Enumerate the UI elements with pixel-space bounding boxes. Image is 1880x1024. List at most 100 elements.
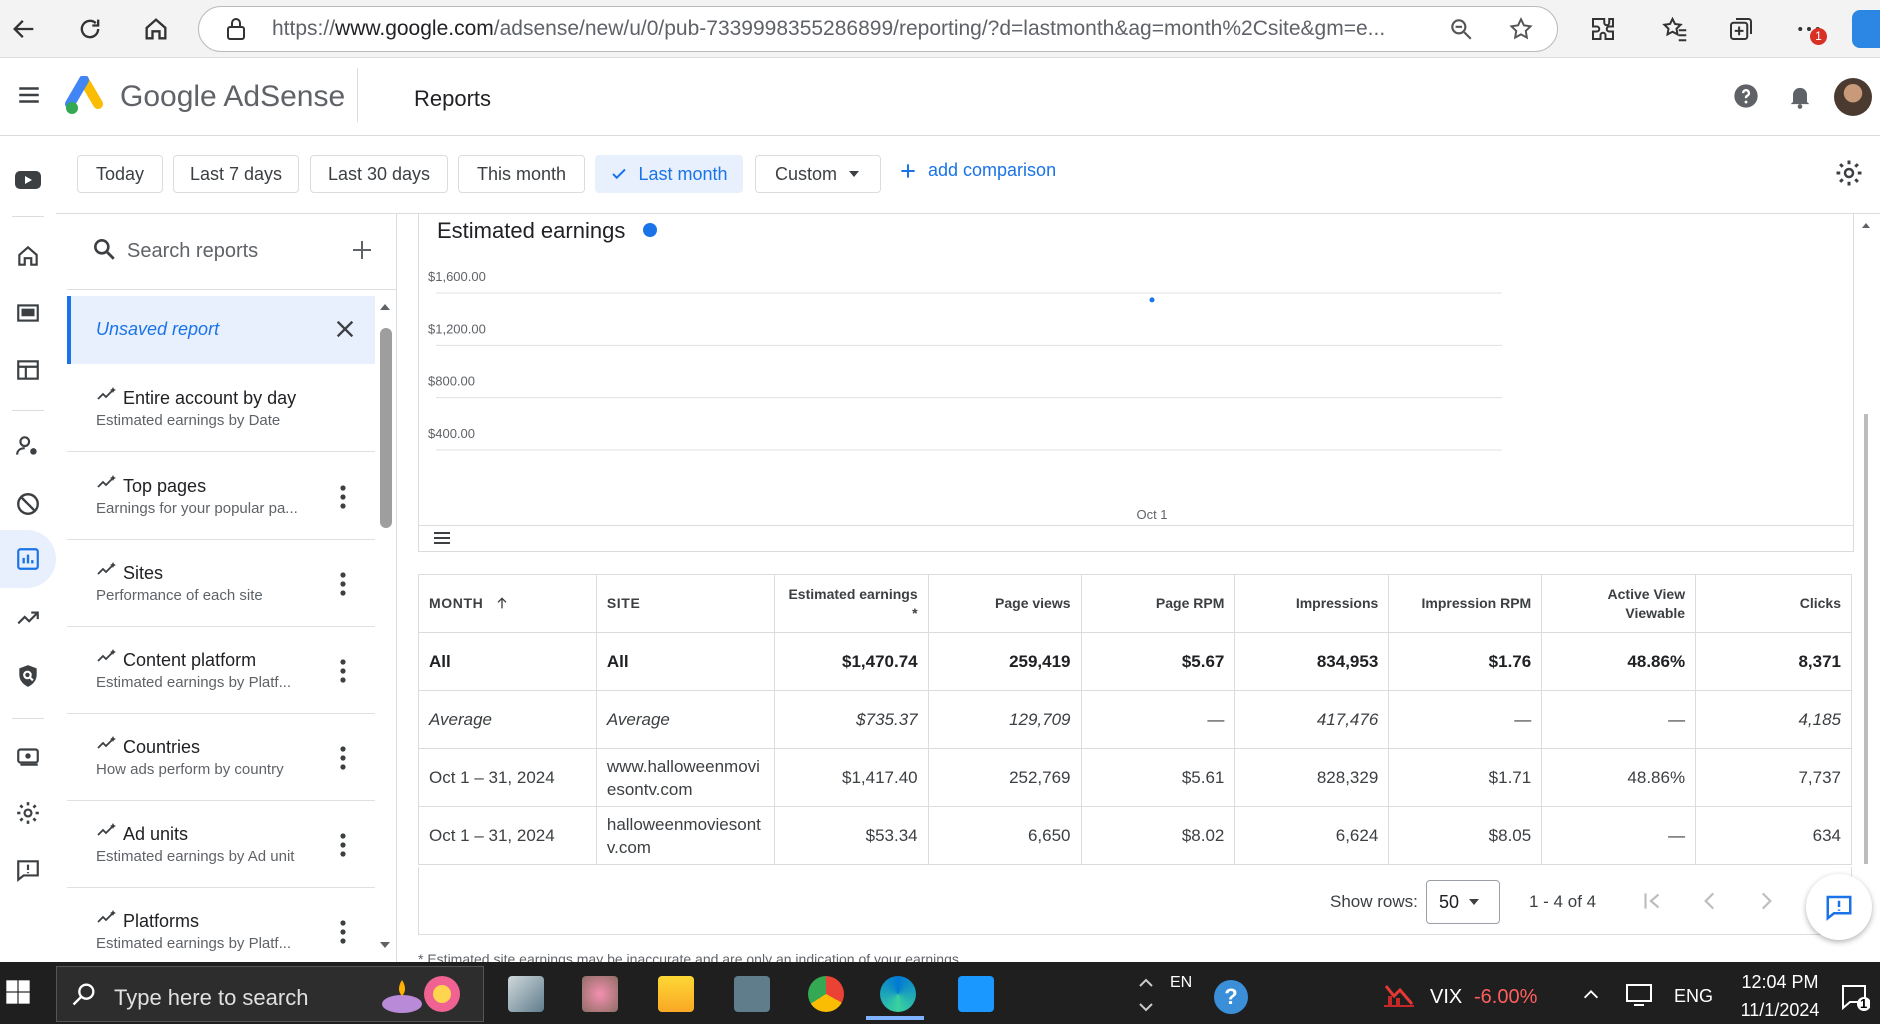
close-icon[interactable] (334, 318, 356, 345)
notifications-bell-icon[interactable] (1786, 82, 1814, 115)
search-reports-input[interactable]: Search reports (127, 240, 258, 263)
chart-footer-divider (418, 525, 1854, 526)
collections-icon[interactable] (1726, 14, 1756, 49)
report-item-countries[interactable]: Countries How ads perform by country (67, 715, 375, 801)
first-page-icon[interactable] (1639, 888, 1665, 919)
ticker-change[interactable]: -6.00% (1474, 986, 1537, 1009)
ticker-symbol[interactable]: VIX (1430, 986, 1462, 1009)
col-header-estimated-earnings[interactable]: Estimated earnings * (774, 574, 929, 633)
scrollbar-thumb[interactable] (380, 328, 392, 528)
feedback-chat-button[interactable] (1806, 874, 1872, 940)
more-vert-icon[interactable] (335, 830, 351, 860)
sort-arrow-up-icon[interactable] (494, 595, 510, 611)
table-header-row: MONTH SITE Estimated earnings * Page vie… (418, 574, 1852, 633)
avatar[interactable] (1834, 78, 1872, 116)
account-settings-icon[interactable] (12, 797, 44, 829)
zoom-icon[interactable] (1448, 16, 1474, 47)
edge-browser-icon[interactable] (880, 976, 916, 1012)
notes-app-icon[interactable] (508, 976, 544, 1012)
chip-today[interactable]: Today (77, 155, 163, 193)
unsaved-report-label: Unsaved report (96, 319, 220, 339)
table-cell: 7,737 (1695, 748, 1852, 807)
table-cell: 6,624 (1234, 806, 1390, 865)
chip-last-30-days[interactable]: Last 30 days (310, 155, 448, 193)
calculator-icon[interactable] (734, 976, 770, 1012)
menu-icon[interactable] (16, 82, 42, 113)
col-header-page-views[interactable]: Page views (928, 574, 1082, 633)
report-subtitle: Earnings for your popular pa... (96, 500, 298, 517)
youtube-icon[interactable] (12, 164, 44, 196)
chrome-icon[interactable] (808, 976, 844, 1012)
tray-scroll-arrows-icon[interactable] (1134, 970, 1158, 1024)
clock-time[interactable]: 12:04 PM (1730, 972, 1830, 993)
copilot-icon[interactable] (1852, 10, 1880, 48)
show-hidden-icons-chevron-icon[interactable] (1580, 984, 1602, 1011)
clock-date[interactable]: 11/1/2024 (1730, 1000, 1830, 1021)
optimization-trend-icon[interactable] (12, 602, 44, 634)
ads-nav-icon[interactable] (12, 297, 44, 329)
chip-last-7-days[interactable]: Last 7 days (173, 155, 299, 193)
payments-icon[interactable] (12, 740, 44, 772)
new-report-plus-icon[interactable] (350, 238, 374, 267)
reload-icon[interactable] (72, 10, 108, 48)
network-display-icon[interactable] (1624, 982, 1654, 1013)
language-indicator[interactable]: ENG (1674, 986, 1713, 1007)
action-center-icon[interactable]: 1 (1840, 982, 1871, 1017)
col-header-page-rpm[interactable]: Page RPM (1081, 574, 1236, 633)
col-header-clicks[interactable]: Clicks (1695, 574, 1852, 633)
more-vert-icon[interactable] (335, 743, 351, 773)
more-vert-icon[interactable] (335, 569, 351, 599)
sites-nav-icon[interactable] (12, 354, 44, 386)
report-item-entire-account-by-day[interactable]: Entire account by day Estimated earnings… (67, 366, 375, 452)
rows-per-page-select[interactable]: 50 (1426, 880, 1500, 924)
report-title: Top pages (123, 476, 207, 496)
favorites-icon[interactable] (1660, 14, 1690, 49)
chart-legend-toggle-icon[interactable] (432, 530, 452, 553)
prime-video-icon[interactable] (958, 976, 994, 1012)
blocking-controls-icon[interactable] (12, 488, 44, 520)
back-icon[interactable] (6, 10, 42, 48)
more-vert-icon[interactable] (335, 917, 351, 947)
reports-nav-icon[interactable] (12, 543, 44, 575)
feedback-icon[interactable] (12, 854, 44, 886)
input-language[interactable]: EN (1170, 974, 1192, 992)
report-item-sites[interactable]: Sites Performance of each site (67, 541, 375, 627)
url-text[interactable]: https://www.google.com/adsense/new/u/0/p… (272, 17, 1422, 41)
data-point[interactable] (1149, 297, 1155, 303)
more-options-icon[interactable]: 1 (1794, 14, 1834, 46)
extensions-icon[interactable] (1588, 14, 1618, 49)
col-header-impressions[interactable]: Impressions (1234, 574, 1390, 633)
report-item-content-platform[interactable]: Content platform Estimated earnings by P… (67, 628, 375, 714)
help-icon[interactable] (1732, 82, 1760, 115)
privacy-messaging-icon[interactable] (12, 430, 44, 462)
windows-start-icon[interactable] (4, 978, 32, 1011)
add-comparison-button[interactable]: add comparison (898, 160, 1056, 181)
favorite-star-icon[interactable] (1508, 16, 1534, 47)
paint-app-icon[interactable] (582, 976, 618, 1012)
col-header-month[interactable]: MONTH (418, 574, 597, 633)
more-vert-icon[interactable] (335, 656, 351, 686)
more-vert-icon[interactable] (335, 482, 351, 512)
previous-page-icon[interactable] (1697, 888, 1723, 919)
policy-center-icon[interactable] (12, 660, 44, 692)
table-cell: Average (418, 690, 597, 749)
help-tray-icon[interactable]: ? (1214, 980, 1248, 1014)
chip-this-month[interactable]: This month (458, 155, 585, 193)
file-explorer-icon[interactable] (658, 976, 694, 1012)
report-item-ad-units[interactable]: Ad units Estimated earnings by Ad unit (67, 802, 375, 888)
next-page-icon[interactable] (1753, 888, 1779, 919)
settings-gear-icon[interactable] (1834, 158, 1864, 193)
home-icon[interactable] (138, 10, 174, 48)
col-header-site[interactable]: SITE (596, 574, 775, 633)
home-nav-icon[interactable] (12, 240, 44, 272)
col-header-active-view-viewable[interactable]: Active View Viewable (1541, 574, 1697, 633)
report-item-top-pages[interactable]: Top pages Earnings for your popular pa..… (67, 454, 375, 540)
report-item-platforms[interactable]: Platforms Estimated earnings by Platf... (67, 889, 375, 962)
page-range-label: 1 - 4 of 4 (1529, 892, 1597, 911)
chip-last-month[interactable]: Last month (595, 155, 743, 193)
lock-icon[interactable] (224, 16, 248, 47)
main-scrollbar[interactable] (1860, 214, 1872, 944)
col-header-impression-rpm[interactable]: Impression RPM (1388, 574, 1543, 633)
chip-custom[interactable]: Custom (755, 155, 881, 193)
table-cell: www.halloweenmoviesontv.com (596, 748, 775, 807)
